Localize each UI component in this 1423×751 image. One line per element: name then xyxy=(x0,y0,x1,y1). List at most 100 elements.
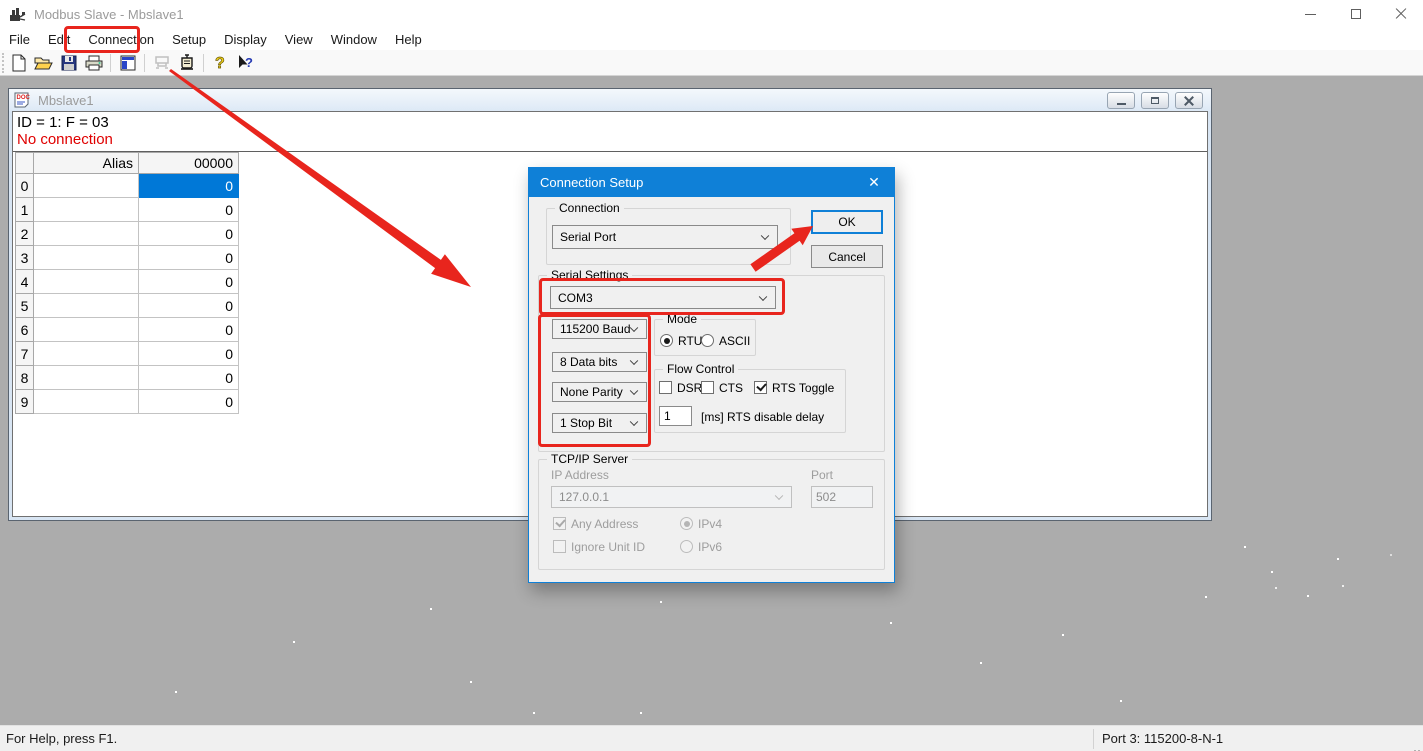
ok-button[interactable]: OK xyxy=(811,210,883,234)
chevron-down-icon xyxy=(630,357,638,365)
value-cell[interactable]: 0 xyxy=(139,222,239,246)
value-cell[interactable]: 0 xyxy=(139,318,239,342)
any-address-checkbox: Any Address xyxy=(553,517,638,531)
doc-minimize-button[interactable] xyxy=(1107,92,1135,109)
row-header-cell[interactable]: 9 xyxy=(16,390,34,414)
dsr-checkbox[interactable]: DSR xyxy=(659,381,702,395)
radio-selected-icon xyxy=(660,334,673,347)
rtu-radio[interactable]: RTU xyxy=(660,334,702,348)
doc-restore-button[interactable] xyxy=(1141,92,1169,109)
mode-group-label: Mode xyxy=(663,312,701,326)
menu-edit[interactable]: Edit xyxy=(39,29,79,50)
doc-close-button[interactable] xyxy=(1175,92,1203,109)
menu-display[interactable]: Display xyxy=(215,29,276,50)
register-table: Alias 00000 00102030405060708090 xyxy=(15,152,239,414)
cancel-button[interactable]: Cancel xyxy=(811,245,883,268)
menu-setup[interactable]: Setup xyxy=(163,29,215,50)
dialog-title-bar[interactable]: Connection Setup ✕ xyxy=(528,167,895,197)
maximize-icon xyxy=(1351,9,1361,19)
help-icon: ? xyxy=(214,54,228,71)
data-bits-dropdown[interactable]: 8 Data bits xyxy=(552,352,647,372)
save-button[interactable] xyxy=(57,52,80,74)
menu-window[interactable]: Window xyxy=(322,29,386,50)
row-header-cell[interactable]: 7 xyxy=(16,342,34,366)
close-icon xyxy=(1395,8,1407,20)
row-header-cell[interactable]: 1 xyxy=(16,198,34,222)
maximize-button[interactable] xyxy=(1333,0,1378,28)
value-header-cell[interactable]: 00000 xyxy=(139,153,239,174)
corner-header-cell[interactable] xyxy=(16,153,34,174)
resize-grip-icon[interactable] xyxy=(1418,746,1420,748)
help-button[interactable]: ? xyxy=(209,52,232,74)
value-cell[interactable]: 0 xyxy=(139,198,239,222)
poll-definition-button[interactable] xyxy=(150,52,173,74)
value-cell[interactable]: 0 xyxy=(139,270,239,294)
row-header-cell[interactable]: 4 xyxy=(16,270,34,294)
alias-cell[interactable] xyxy=(34,246,139,270)
table-header-row: Alias 00000 xyxy=(16,153,239,174)
alias-cell[interactable] xyxy=(34,222,139,246)
print-button[interactable] xyxy=(82,52,105,74)
rts-delay-input[interactable]: 1 xyxy=(659,406,692,426)
row-header-cell[interactable]: 3 xyxy=(16,246,34,270)
alias-cell[interactable] xyxy=(34,318,139,342)
baud-rate-dropdown[interactable]: 115200 Baud xyxy=(552,319,647,339)
alias-cell[interactable] xyxy=(34,390,139,414)
open-file-button[interactable] xyxy=(32,52,55,74)
row-header-cell[interactable]: 6 xyxy=(16,318,34,342)
row-header-cell[interactable]: 0 xyxy=(16,174,34,198)
alias-cell[interactable] xyxy=(34,294,139,318)
table-row: 10 xyxy=(16,198,239,222)
connection-type-dropdown[interactable]: Serial Port xyxy=(552,225,778,249)
port-label: Port xyxy=(811,468,833,482)
value-cell[interactable]: 0 xyxy=(139,246,239,270)
connection-type-value: Serial Port xyxy=(560,230,616,244)
value-cell[interactable]: 0 xyxy=(139,342,239,366)
close-button[interactable] xyxy=(1378,0,1423,28)
row-header-cell[interactable]: 2 xyxy=(16,222,34,246)
menu-view[interactable]: View xyxy=(276,29,322,50)
cts-checkbox[interactable]: CTS xyxy=(701,381,743,395)
value-cell[interactable]: 0 xyxy=(139,366,239,390)
rts-toggle-checkbox[interactable]: RTS Toggle xyxy=(754,381,834,395)
connection-setup-dialog: Connection Setup ✕ Connection Serial Por… xyxy=(528,167,895,583)
alias-cell[interactable] xyxy=(34,174,139,198)
row-header-cell[interactable]: 8 xyxy=(16,366,34,390)
document-title-bar[interactable]: DOC Mbslave1 xyxy=(9,89,1211,111)
value-cell[interactable]: 0 xyxy=(139,390,239,414)
chevron-down-icon xyxy=(759,292,767,300)
value-cell[interactable]: 0 xyxy=(139,294,239,318)
register-table-body: Alias 00000 00102030405060708090 xyxy=(16,153,239,414)
display-definition-button[interactable] xyxy=(116,52,139,74)
communication-button[interactable] xyxy=(175,52,198,74)
alias-cell[interactable] xyxy=(34,366,139,390)
data-bits-value: 8 Data bits xyxy=(560,355,617,369)
save-icon xyxy=(61,55,77,71)
checkbox-icon xyxy=(701,381,714,394)
checkbox-checked-icon xyxy=(754,381,767,394)
menu-connection[interactable]: Connection xyxy=(79,29,163,50)
document-title: Mbslave1 xyxy=(38,93,94,108)
menu-help[interactable]: Help xyxy=(386,29,431,50)
alias-header-cell[interactable]: Alias xyxy=(34,153,139,174)
connection-status-text: No connection xyxy=(17,131,113,148)
minimize-button[interactable] xyxy=(1288,0,1333,28)
alias-cell[interactable] xyxy=(34,270,139,294)
chevron-down-icon xyxy=(775,492,783,500)
alias-cell[interactable] xyxy=(34,342,139,366)
new-file-button[interactable] xyxy=(7,52,30,74)
value-cell-selected[interactable]: 0 xyxy=(139,174,239,198)
stop-bits-dropdown[interactable]: 1 Stop Bit xyxy=(552,413,647,433)
context-help-button[interactable]: ? xyxy=(234,52,257,74)
menu-file[interactable]: File xyxy=(0,29,39,50)
ascii-radio[interactable]: ASCII xyxy=(701,334,750,348)
checkbox-checked-disabled-icon xyxy=(553,517,566,530)
svg-text:?: ? xyxy=(215,55,225,71)
toolbar-separator xyxy=(144,54,145,72)
dialog-close-button[interactable]: ✕ xyxy=(853,167,895,197)
com-port-dropdown[interactable]: COM3 xyxy=(550,286,776,309)
row-header-cell[interactable]: 5 xyxy=(16,294,34,318)
alias-cell[interactable] xyxy=(34,198,139,222)
poll-definition-disabled-icon xyxy=(153,55,171,71)
parity-dropdown[interactable]: None Parity xyxy=(552,382,647,402)
